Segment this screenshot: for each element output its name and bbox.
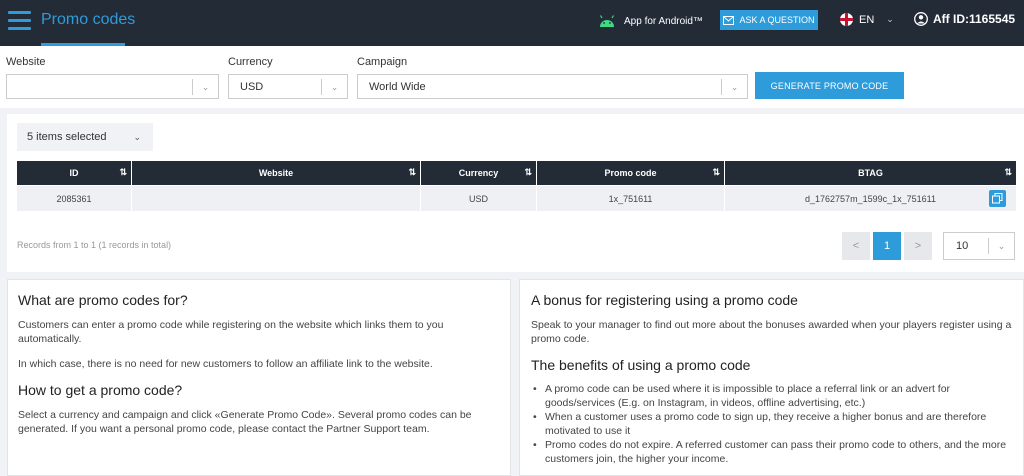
ask-question-button[interactable]: ASK A QUESTION (720, 10, 818, 30)
column-header-btag[interactable]: BTAG ⇅ (725, 161, 1016, 185)
chevron-down-icon: ⌄ (721, 79, 747, 95)
chevron-down-icon: ⌄ (192, 79, 218, 95)
sort-icon[interactable]: ⇅ (524, 167, 532, 178)
info-paragraph: In which case, there is no need for new … (18, 358, 433, 370)
affiliate-id: Aff ID:1165545 (933, 12, 1016, 26)
generate-promo-code-button[interactable]: GENERATE PROMO CODE (755, 72, 904, 99)
bonus-info-panel: A bonus for registering using a promo co… (519, 279, 1024, 476)
section-heading: The benefits of using a promo code (531, 357, 751, 373)
currency-value: USD (240, 80, 264, 93)
sort-icon[interactable]: ⇅ (119, 167, 127, 178)
sort-icon[interactable]: ⇅ (712, 167, 720, 178)
menu-icon[interactable] (8, 11, 31, 31)
currency-select[interactable]: USD ⌄ (228, 74, 348, 99)
info-paragraph: Customers can enter a promo code while r… (18, 319, 444, 345)
column-label: BTAG (858, 168, 883, 178)
language-selector[interactable]: EN ⌄ (840, 13, 894, 26)
ask-question-label: ASK A QUESTION (739, 15, 815, 25)
android-icon (599, 15, 615, 27)
page-size-value: 10 (956, 240, 969, 252)
pagination-prev-button[interactable]: < (842, 232, 870, 260)
section-heading: How to get a promo code? (18, 382, 183, 398)
cell-id: 2085361 (17, 186, 132, 211)
pagination-page-1[interactable]: 1 (873, 232, 901, 260)
column-selector[interactable]: 5 items selected ⌄ (17, 123, 153, 151)
page-size-select[interactable]: 10 ⌄ (943, 232, 1015, 260)
table-header: ID ⇅ Website ⇅ Currency ⇅ Promo code ⇅ B… (17, 161, 1016, 185)
language-label: EN (859, 13, 875, 26)
website-select[interactable]: ⌄ (6, 74, 219, 99)
cell-promo-code: 1x_751611 (537, 186, 725, 211)
chevron-down-icon: ⌄ (886, 14, 894, 24)
website-label: Website (6, 56, 46, 68)
copy-icon[interactable] (989, 190, 1006, 207)
currency-label: Currency (228, 56, 273, 68)
uk-flag-icon (840, 13, 853, 26)
campaign-select[interactable]: World Wide ⌄ (357, 74, 748, 99)
chevron-down-icon: ⌄ (321, 79, 347, 95)
table-row: 2085361 USD 1x_751611 d_1762757m_1599c_1… (17, 186, 1016, 211)
column-header-website[interactable]: Website ⇅ (132, 161, 421, 185)
column-header-promo-code[interactable]: Promo code ⇅ (537, 161, 725, 185)
list-item: Promo codes do not expire. A referred cu… (531, 438, 1021, 466)
campaign-value: World Wide (369, 80, 426, 93)
user-icon (914, 12, 928, 26)
sort-icon[interactable]: ⇅ (1004, 167, 1012, 178)
info-paragraph: Select a currency and campaign and click… (18, 409, 472, 435)
pagination-next-button[interactable]: > (904, 232, 932, 260)
column-label: Currency (458, 168, 499, 178)
records-summary: Records from 1 to 1 (1 records in total) (17, 240, 172, 250)
list-item: A promo code can be used where it is imp… (531, 382, 1021, 410)
android-app-link[interactable]: App for Android™ (598, 14, 703, 28)
section-heading: What are promo codes for? (18, 292, 188, 308)
sort-icon[interactable]: ⇅ (408, 167, 416, 178)
column-label: ID (69, 168, 79, 178)
android-app-label: App for Android™ (624, 15, 703, 27)
items-selected-label: 5 items selected (27, 131, 107, 143)
promo-info-panel: What are promo codes for? Customers can … (7, 279, 511, 476)
mail-icon (723, 15, 735, 25)
campaign-label: Campaign (357, 56, 408, 68)
btag-value: d_1762757m_1599c_1x_751611 (805, 193, 936, 204)
page-title: Promo codes (41, 11, 136, 28)
promo-codes-table-panel: 5 items selected ⌄ ID ⇅ Website ⇅ Curren… (7, 114, 1024, 272)
chevron-down-icon: ⌄ (988, 238, 1014, 254)
affiliate-account[interactable]: Aff ID:1165545 (914, 12, 1015, 26)
column-header-currency[interactable]: Currency ⇅ (421, 161, 537, 185)
filters-bar: Website ⌄ Currency USD ⌄ Campaign World … (0, 46, 1024, 108)
benefits-list: A promo code can be used where it is imp… (531, 382, 1021, 466)
cell-website (132, 186, 421, 211)
cell-currency: USD (421, 186, 537, 211)
column-header-id[interactable]: ID ⇅ (17, 161, 132, 185)
cell-btag: d_1762757m_1599c_1x_751611 (725, 186, 1016, 211)
list-item: When a customer uses a promo code to sig… (531, 410, 1021, 438)
column-label: Promo code (604, 168, 657, 178)
section-heading: A bonus for registering using a promo co… (531, 292, 798, 308)
info-paragraph: Speak to your manager to find out more a… (531, 319, 1012, 345)
chevron-down-icon: ⌄ (133, 131, 141, 142)
top-navbar: Promo codes App for Android™ ASK A QUEST… (0, 0, 1024, 46)
column-label: Website (258, 168, 294, 178)
